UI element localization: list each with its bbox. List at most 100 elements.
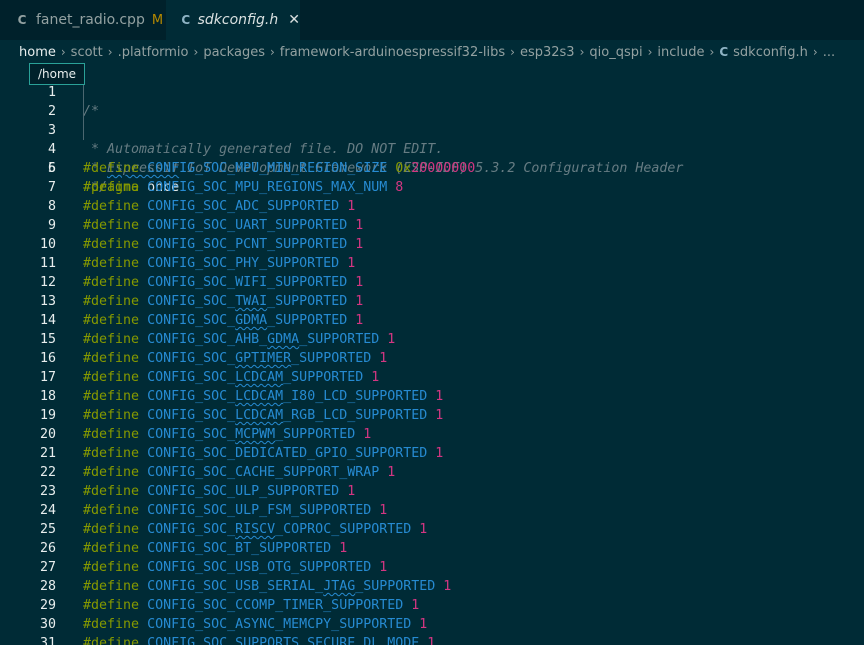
define-keyword: #define — [83, 370, 140, 385]
chevron-right-icon: › — [107, 45, 113, 59]
define-keyword: #define — [83, 560, 140, 575]
indent-guide — [83, 83, 84, 102]
code-line: 26 #define CONFIG_SOC_BT_SUPPORTED 1 — [0, 539, 864, 558]
code-line: 23 #define CONFIG_SOC_ULP_SUPPORTED 1 — [0, 482, 864, 501]
line-number: 7 — [47, 180, 56, 195]
breadcrumb-item[interactable]: packages — [203, 45, 265, 60]
macro-value: 8 — [395, 180, 404, 195]
breadcrumb-item[interactable]: .platformio — [118, 45, 189, 60]
define-keyword: #define — [83, 617, 140, 632]
macro-name: CONFIG_SOC_ULP_SUPPORTED — [147, 484, 340, 499]
chevron-right-icon: › — [269, 45, 275, 59]
code-line: 18 #define CONFIG_SOC_LCDCAM_I80_LCD_SUPP… — [0, 387, 864, 406]
breadcrumb-file[interactable]: sdkconfig.h — [733, 45, 808, 60]
line-number: 30 — [39, 617, 56, 632]
macro-name: CONFIG_SOC_GPTIMER_SUPPORTED — [147, 351, 372, 366]
breadcrumb-item[interactable]: framework-arduinoespressif32-libs — [280, 45, 505, 60]
macro-name: CONFIG_SOC_ULP_FSM_SUPPORTED — [147, 503, 372, 518]
spelling-squiggle: MCPWM — [235, 427, 276, 442]
macro-name: CONFIG_SOC_ADC_SUPPORTED — [147, 199, 340, 214]
breadcrumb-more[interactable]: ... — [823, 45, 835, 60]
macro-name: CONFIG_SOC_CACHE_SUPPORT_WRAP — [147, 465, 380, 480]
define-keyword: #define — [83, 313, 140, 328]
macro-name: CONFIG_SOC_MPU_REGIONS_MAX_NUM — [147, 180, 388, 195]
code-editor[interactable]: 1 /* 2 * Automatically generated file. D… — [0, 64, 864, 645]
define-keyword: #define — [83, 161, 140, 176]
macro-name: CONFIG_SOC_UART_SUPPORTED — [147, 218, 348, 233]
chevron-right-icon: › — [510, 45, 515, 59]
tab-fanet-radio-cpp[interactable]: C fanet_radio.cpp M — [0, 0, 166, 40]
macro-value: 1 — [363, 427, 372, 442]
cpp-file-icon: C — [17, 13, 27, 27]
macro-value: 1 — [435, 389, 444, 404]
code-line: 25 #define CONFIG_SOC_RISCV_COPROC_SUPPOR… — [0, 520, 864, 539]
code-line: 24 #define CONFIG_SOC_ULP_FSM_SUPPORTED 1 — [0, 501, 864, 520]
macro-name: CONFIG_SOC_AHB_GDMA_SUPPORTED — [147, 332, 380, 347]
code-line: 1 /* — [0, 64, 864, 119]
code-line: 17 #define CONFIG_SOC_LCDCAM_SUPPORTED 1 — [0, 368, 864, 387]
chevron-right-icon: › — [193, 45, 199, 59]
line-number: 14 — [39, 313, 56, 328]
macro-name: CONFIG_SOC_MCPWM_SUPPORTED — [147, 427, 356, 442]
code-line: 22 #define CONFIG_SOC_CACHE_SUPPORT_WRAP … — [0, 463, 864, 482]
modified-indicator: M — [151, 12, 164, 28]
code-line: 10 #define CONFIG_SOC_PCNT_SUPPORTED 1 — [0, 235, 864, 254]
line-number: 6 — [47, 161, 56, 176]
macro-value: 1 — [419, 617, 428, 632]
chevron-right-icon: › — [579, 45, 585, 59]
code-line: 11 #define CONFIG_SOC_PHY_SUPPORTED 1 — [0, 254, 864, 273]
macro-value: 0x20000000 — [395, 161, 476, 176]
define-keyword: #define — [83, 332, 140, 347]
line-number: 17 — [39, 370, 56, 385]
breadcrumb-item[interactable]: home — [19, 45, 56, 60]
macro-value: 1 — [355, 275, 364, 290]
macro-value: 1 — [339, 541, 348, 556]
code-line: 9 #define CONFIG_SOC_UART_SUPPORTED 1 — [0, 216, 864, 235]
macro-name: CONFIG_SOC_DEDICATED_GPIO_SUPPORTED — [147, 446, 428, 461]
breadcrumb-item[interactable]: esp32s3 — [520, 45, 575, 60]
macro-name: CONFIG_SOC_CCOMP_TIMER_SUPPORTED — [147, 598, 404, 613]
breadcrumb-item[interactable]: include — [657, 45, 704, 60]
breadcrumb-item[interactable]: scott — [71, 45, 103, 60]
spelling-squiggle: LCDCAM — [235, 389, 284, 404]
define-keyword: #define — [83, 446, 140, 461]
code-line: 5 #pragma once — [0, 140, 864, 195]
define-keyword: #define — [83, 484, 140, 499]
code-line: 14 #define CONFIG_SOC_GDMA_SUPPORTED 1 — [0, 311, 864, 330]
define-keyword: #define — [83, 237, 140, 252]
macro-name: CONFIG_SOC_LCDCAM_RGB_LCD_SUPPORTED — [147, 408, 428, 423]
indent-guide — [83, 102, 84, 121]
chevron-right-icon: › — [709, 45, 715, 59]
macro-value: 1 — [411, 598, 420, 613]
spelling-squiggle: LCDCAM — [235, 370, 284, 385]
c-file-icon: C — [181, 13, 191, 27]
code-line: 7 #define CONFIG_SOC_MPU_REGIONS_MAX_NUM … — [0, 178, 864, 197]
tab-sdkconfig-h[interactable]: C sdkconfig.h ✕ — [166, 0, 300, 40]
code-line: 2 * Automatically generated file. DO NOT… — [0, 83, 864, 157]
spelling-squiggle: GPTIMER — [235, 351, 292, 366]
breadcrumb-item[interactable]: qio_qspi — [589, 45, 642, 60]
define-keyword: #define — [83, 503, 140, 518]
define-keyword: #define — [83, 579, 140, 594]
c-file-icon: C — [719, 45, 729, 59]
code-line: 13 #define CONFIG_SOC_TWAI_SUPPORTED 1 — [0, 292, 864, 311]
macro-value: 1 — [379, 503, 388, 518]
macro-name: CONFIG_SOC_MPU_MIN_REGION_SIZE — [147, 161, 388, 176]
code-line: 16 #define CONFIG_SOC_GPTIMER_SUPPORTED 1 — [0, 349, 864, 368]
code-line: 29 #define CONFIG_SOC_CCOMP_TIMER_SUPPORT… — [0, 596, 864, 615]
code-line: 21 #define CONFIG_SOC_DEDICATED_GPIO_SUPP… — [0, 444, 864, 463]
close-icon[interactable]: ✕ — [288, 12, 300, 28]
code-line: 28 #define CONFIG_SOC_USB_SERIAL_JTAG_SUP… — [0, 577, 864, 596]
line-number: 13 — [39, 294, 56, 309]
spelling-squiggle: RISCV — [235, 522, 276, 537]
define-keyword: #define — [83, 389, 140, 404]
spelling-squiggle: GDMA — [267, 332, 300, 347]
macro-name: CONFIG_SOC_PHY_SUPPORTED — [147, 256, 340, 271]
tab-label: fanet_radio.cpp — [36, 12, 145, 28]
define-keyword: #define — [83, 427, 140, 442]
chevron-right-icon: › — [647, 45, 653, 59]
define-keyword: #define — [83, 218, 140, 233]
line-number: 27 — [39, 560, 56, 575]
code-line: 19 #define CONFIG_SOC_LCDCAM_RGB_LCD_SUPP… — [0, 406, 864, 425]
macro-name: CONFIG_SOC_USB_OTG_SUPPORTED — [147, 560, 372, 575]
